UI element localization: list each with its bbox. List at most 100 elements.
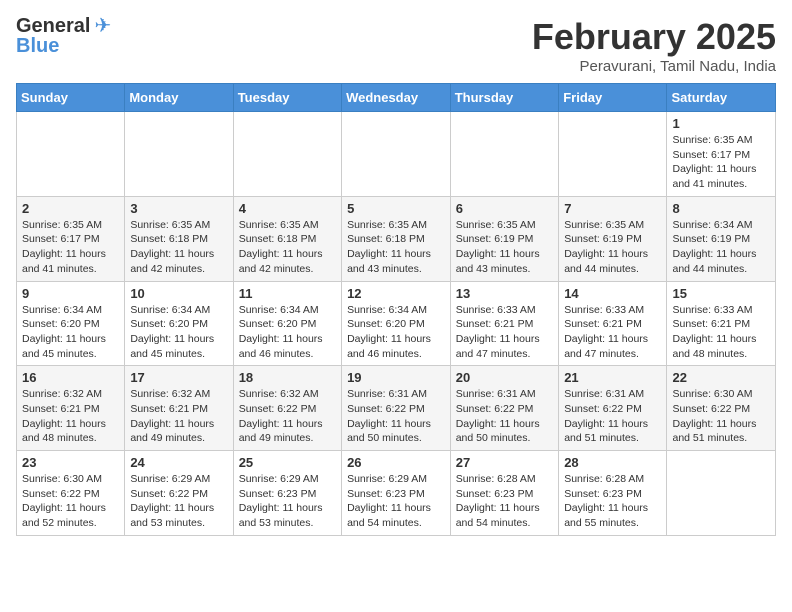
day-number: 11 (239, 286, 336, 301)
day-number: 12 (347, 286, 445, 301)
calendar-cell: 12 Sunrise: 6:34 AMSunset: 6:20 PMDayligh… (342, 281, 451, 366)
calendar-header-monday: Monday (125, 84, 233, 112)
calendar-week-1: 1 Sunrise: 6:35 AMSunset: 6:17 PMDaylight… (17, 112, 776, 197)
calendar-cell: 17 Sunrise: 6:32 AMSunset: 6:21 PMDayligh… (125, 366, 233, 451)
calendar-cell (125, 112, 233, 197)
day-info: Sunrise: 6:28 AMSunset: 6:23 PMDaylight:… (564, 472, 661, 531)
day-info: Sunrise: 6:34 AMSunset: 6:20 PMDaylight:… (130, 303, 227, 362)
day-info: Sunrise: 6:35 AMSunset: 6:19 PMDaylight:… (564, 218, 661, 277)
day-number: 3 (130, 201, 227, 216)
calendar-table: SundayMondayTuesdayWednesdayThursdayFrid… (16, 83, 776, 536)
day-info: Sunrise: 6:35 AMSunset: 6:18 PMDaylight:… (347, 218, 445, 277)
day-number: 22 (672, 370, 770, 385)
day-info: Sunrise: 6:34 AMSunset: 6:20 PMDaylight:… (347, 303, 445, 362)
day-number: 9 (22, 286, 119, 301)
calendar-cell: 24 Sunrise: 6:29 AMSunset: 6:22 PMDayligh… (125, 451, 233, 536)
day-number: 16 (22, 370, 119, 385)
day-info: Sunrise: 6:32 AMSunset: 6:21 PMDaylight:… (130, 387, 227, 446)
day-info: Sunrise: 6:32 AMSunset: 6:21 PMDaylight:… (22, 387, 119, 446)
header: General ✈ Blue February 2025 Peravurani,… (16, 16, 776, 75)
calendar-cell: 10 Sunrise: 6:34 AMSunset: 6:20 PMDayligh… (125, 281, 233, 366)
calendar-cell: 4 Sunrise: 6:35 AMSunset: 6:18 PMDaylight… (233, 196, 341, 281)
calendar-cell: 16 Sunrise: 6:32 AMSunset: 6:21 PMDayligh… (17, 366, 125, 451)
calendar-cell: 5 Sunrise: 6:35 AMSunset: 6:18 PMDaylight… (342, 196, 451, 281)
calendar-cell (450, 112, 558, 197)
day-info: Sunrise: 6:30 AMSunset: 6:22 PMDaylight:… (22, 472, 119, 531)
day-number: 2 (22, 201, 119, 216)
day-number: 28 (564, 455, 661, 470)
location-subtitle: Peravurani, Tamil Nadu, India (532, 58, 776, 75)
day-number: 8 (672, 201, 770, 216)
day-number: 23 (22, 455, 119, 470)
day-number: 15 (672, 286, 770, 301)
day-info: Sunrise: 6:33 AMSunset: 6:21 PMDaylight:… (456, 303, 553, 362)
calendar-cell: 9Sunrise: 6:34 AMSunset: 6:20 PMDaylight… (17, 281, 125, 366)
month-title: February 2025 (532, 16, 776, 58)
calendar-cell: 28 Sunrise: 6:28 AMSunset: 6:23 PMDayligh… (559, 451, 667, 536)
day-number: 14 (564, 286, 661, 301)
calendar-week-4: 16 Sunrise: 6:32 AMSunset: 6:21 PMDayligh… (17, 366, 776, 451)
day-info: Sunrise: 6:34 AMSunset: 6:19 PMDaylight:… (672, 218, 770, 277)
calendar-header-saturday: Saturday (667, 84, 776, 112)
day-number: 18 (239, 370, 336, 385)
calendar-cell: 1 Sunrise: 6:35 AMSunset: 6:17 PMDaylight… (667, 112, 776, 197)
day-number: 17 (130, 370, 227, 385)
calendar-cell: 25 Sunrise: 6:29 AMSunset: 6:23 PMDayligh… (233, 451, 341, 536)
day-number: 24 (130, 455, 227, 470)
day-number: 26 (347, 455, 445, 470)
calendar-cell: 15Sunrise: 6:33 AMSunset: 6:21 PMDayligh… (667, 281, 776, 366)
day-info: Sunrise: 6:35 AMSunset: 6:19 PMDaylight:… (456, 218, 553, 277)
day-number: 4 (239, 201, 336, 216)
day-info: Sunrise: 6:29 AMSunset: 6:23 PMDaylight:… (239, 472, 336, 531)
day-info: Sunrise: 6:35 AMSunset: 6:17 PMDaylight:… (22, 218, 119, 277)
calendar-cell (17, 112, 125, 197)
title-area: February 2025 Peravurani, Tamil Nadu, In… (532, 16, 776, 75)
day-number: 10 (130, 286, 227, 301)
calendar-header-row: SundayMondayTuesdayWednesdayThursdayFrid… (17, 84, 776, 112)
day-number: 7 (564, 201, 661, 216)
day-info: Sunrise: 6:29 AMSunset: 6:22 PMDaylight:… (130, 472, 227, 531)
day-info: Sunrise: 6:35 AMSunset: 6:17 PMDaylight:… (672, 133, 770, 192)
day-number: 13 (456, 286, 553, 301)
day-number: 5 (347, 201, 445, 216)
day-number: 25 (239, 455, 336, 470)
calendar-cell (233, 112, 341, 197)
day-number: 1 (672, 116, 770, 131)
calendar-cell: 3 Sunrise: 6:35 AMSunset: 6:18 PMDaylight… (125, 196, 233, 281)
logo-text-general: General (16, 16, 90, 36)
calendar-cell: 6 Sunrise: 6:35 AMSunset: 6:19 PMDaylight… (450, 196, 558, 281)
day-info: Sunrise: 6:28 AMSunset: 6:23 PMDaylight:… (456, 472, 553, 531)
calendar-cell: 11Sunrise: 6:34 AMSunset: 6:20 PMDayligh… (233, 281, 341, 366)
calendar-cell: 27 Sunrise: 6:28 AMSunset: 6:23 PMDayligh… (450, 451, 558, 536)
day-number: 20 (456, 370, 553, 385)
day-info: Sunrise: 6:32 AMSunset: 6:22 PMDaylight:… (239, 387, 336, 446)
calendar-week-5: 23 Sunrise: 6:30 AMSunset: 6:22 PMDayligh… (17, 451, 776, 536)
calendar-week-3: 9 Sunrise: 6:34 AMSunset: 6:20 PMDaylight… (17, 281, 776, 366)
calendar-cell (667, 451, 776, 536)
calendar-cell: 19Sunrise: 6:31 AMSunset: 6:22 PMDayligh… (342, 366, 451, 451)
day-number: 27 (456, 455, 553, 470)
logo-bird-icon: ✈ (94, 16, 111, 36)
day-info: Sunrise: 6:29 AMSunset: 6:23 PMDaylight:… (347, 472, 445, 531)
day-number: 21 (564, 370, 661, 385)
day-info: Sunrise: 6:35 AMSunset: 6:18 PMDaylight:… (130, 218, 227, 277)
calendar-cell: 18 Sunrise: 6:32 AMSunset: 6:22 PMDayligh… (233, 366, 341, 451)
day-info: Sunrise: 6:31 AMSunset: 6:22 PMDaylight:… (456, 387, 553, 446)
day-info: Sunrise: 6:35 AMSunset: 6:18 PMDaylight:… (239, 218, 336, 277)
calendar-header-thursday: Thursday (450, 84, 558, 112)
day-number: 6 (456, 201, 553, 216)
calendar-cell: 22Sunrise: 6:30 AMSunset: 6:22 PMDayligh… (667, 366, 776, 451)
calendar-cell: 21Sunrise: 6:31 AMSunset: 6:22 PMDayligh… (559, 366, 667, 451)
calendar-cell (342, 112, 451, 197)
calendar-header-tuesday: Tuesday (233, 84, 341, 112)
logo-text-blue: Blue (16, 36, 59, 56)
day-info: Sunrise: 6:33 AMSunset: 6:21 PMDaylight:… (564, 303, 661, 362)
calendar-cell: 14 Sunrise: 6:33 AMSunset: 6:21 PMDayligh… (559, 281, 667, 366)
calendar-cell: 23 Sunrise: 6:30 AMSunset: 6:22 PMDayligh… (17, 451, 125, 536)
calendar-cell: 26 Sunrise: 6:29 AMSunset: 6:23 PMDayligh… (342, 451, 451, 536)
calendar-header-sunday: Sunday (17, 84, 125, 112)
calendar-header-wednesday: Wednesday (342, 84, 451, 112)
day-info: Sunrise: 6:31 AMSunset: 6:22 PMDaylight:… (347, 387, 445, 446)
calendar-week-2: 2 Sunrise: 6:35 AMSunset: 6:17 PMDaylight… (17, 196, 776, 281)
calendar-header-friday: Friday (559, 84, 667, 112)
